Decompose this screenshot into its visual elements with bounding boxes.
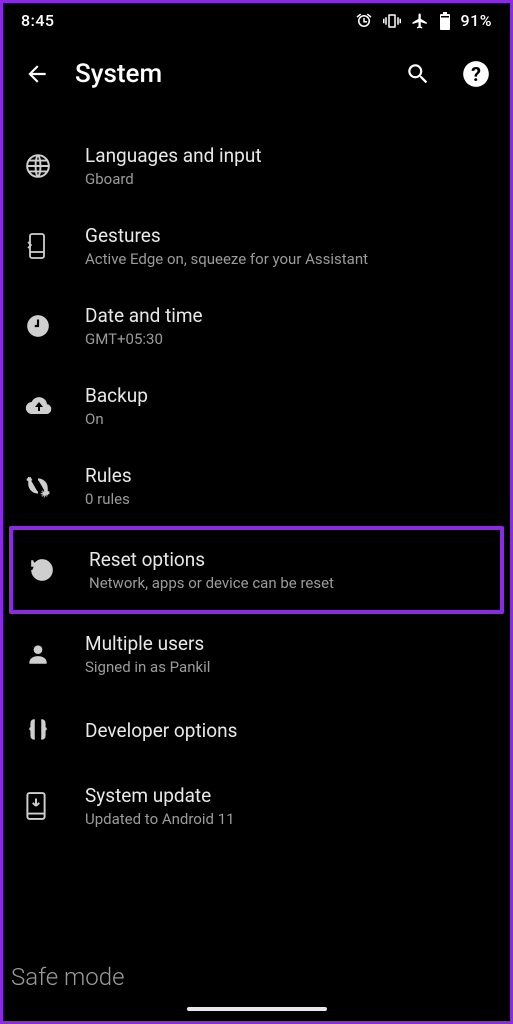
alarm-icon bbox=[355, 12, 373, 30]
globe-icon bbox=[25, 153, 85, 179]
list-item-developer-options[interactable]: Developer options bbox=[3, 694, 510, 766]
search-button[interactable] bbox=[398, 54, 438, 94]
item-title: Multiple users bbox=[85, 632, 490, 655]
gesture-icon bbox=[25, 232, 85, 260]
item-sub: Signed in as Pankil bbox=[85, 658, 490, 676]
list-item-gestures[interactable]: Gestures Active Edge on, squeeze for you… bbox=[3, 206, 510, 286]
item-sub: Network, apps or device can be reset bbox=[89, 574, 486, 592]
back-button[interactable] bbox=[17, 54, 57, 94]
item-sub: On bbox=[85, 410, 490, 428]
rules-icon bbox=[25, 473, 85, 499]
backup-icon bbox=[25, 396, 85, 416]
item-title: Reset options bbox=[89, 548, 486, 571]
battery-pct: 91% bbox=[461, 11, 492, 30]
item-title: Rules bbox=[85, 464, 490, 487]
list-item-multiple-users[interactable]: Multiple users Signed in as Pankil bbox=[3, 614, 510, 694]
help-icon: ? bbox=[462, 60, 490, 88]
reset-icon bbox=[29, 557, 89, 583]
item-sub: Active Edge on, squeeze for your Assista… bbox=[85, 250, 490, 268]
list-item-date-time[interactable]: Date and time GMT+05:30 bbox=[3, 286, 510, 366]
list-item-reset-options[interactable]: Reset options Network, apps or device ca… bbox=[9, 526, 504, 614]
back-arrow-icon bbox=[24, 61, 50, 87]
svg-text:?: ? bbox=[471, 63, 481, 86]
page-title: System bbox=[75, 59, 380, 89]
battery-icon bbox=[439, 12, 451, 30]
list-item-backup[interactable]: Backup On bbox=[3, 366, 510, 446]
item-title: Backup bbox=[85, 384, 490, 407]
clock-icon bbox=[25, 313, 85, 339]
status-bar: 8:45 91% bbox=[3, 3, 510, 34]
list-item-languages[interactable]: Languages and input Gboard bbox=[3, 126, 510, 206]
item-title: Developer options bbox=[85, 719, 490, 742]
list-item-system-update[interactable]: System update Updated to Android 11 bbox=[3, 766, 510, 846]
list-item-rules[interactable]: Rules 0 rules bbox=[3, 446, 510, 526]
item-sub: 0 rules bbox=[85, 490, 490, 508]
item-title: Languages and input bbox=[85, 144, 490, 167]
search-icon bbox=[405, 61, 431, 87]
braces-icon bbox=[25, 717, 85, 743]
status-time: 8:45 bbox=[21, 11, 55, 30]
item-title: Date and time bbox=[85, 304, 490, 327]
safe-mode-label: Safe mode bbox=[11, 963, 125, 991]
nav-indicator[interactable] bbox=[187, 1007, 327, 1011]
update-icon bbox=[25, 792, 85, 820]
item-sub: GMT+05:30 bbox=[85, 330, 490, 348]
help-button[interactable]: ? bbox=[456, 54, 496, 94]
item-sub: Updated to Android 11 bbox=[85, 810, 490, 828]
app-bar: System ? bbox=[3, 34, 510, 108]
item-title: System update bbox=[85, 784, 490, 807]
vibrate-icon bbox=[383, 12, 401, 30]
settings-list: Languages and input Gboard Gestures Acti… bbox=[3, 108, 510, 846]
user-icon bbox=[25, 641, 85, 667]
airplane-icon bbox=[411, 12, 429, 30]
item-sub: Gboard bbox=[85, 170, 490, 188]
item-title: Gestures bbox=[85, 224, 490, 247]
status-right: 91% bbox=[355, 11, 492, 30]
